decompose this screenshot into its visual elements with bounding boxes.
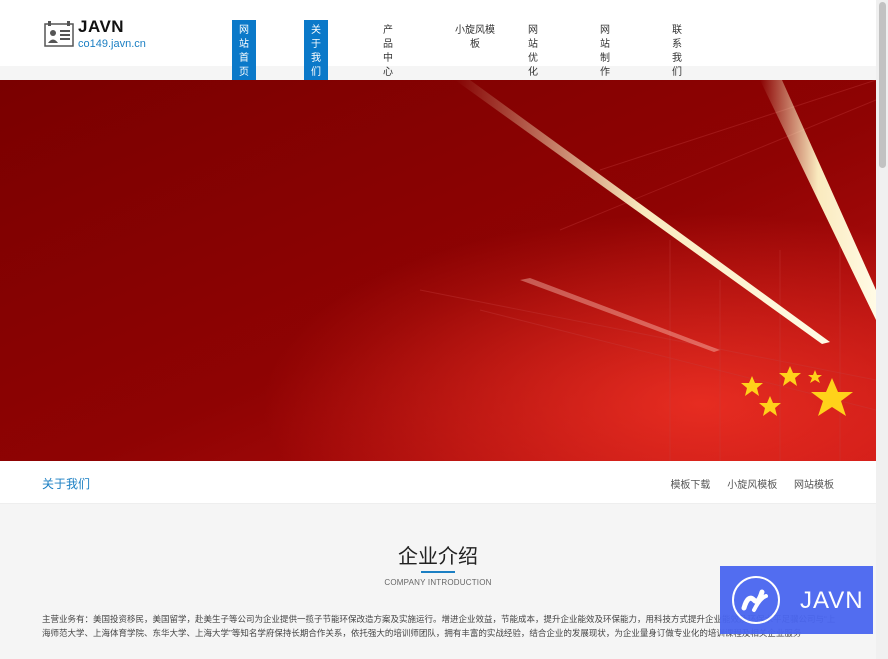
floating-brand-badge[interactable]: JAVN	[720, 566, 873, 634]
sub-nav-link-templates[interactable]: 小旋风模板	[727, 480, 777, 491]
site-header: JAVN co149.javn.cn 网站首页 关于我们 产品中心 小旋风模板 …	[0, 0, 876, 84]
scroll-thumb[interactable]	[879, 2, 886, 168]
nav-item-products[interactable]: 产品中心	[383, 24, 393, 80]
brand-logo-icon	[732, 576, 780, 624]
intro-divider	[421, 571, 455, 573]
nav-item-home[interactable]: 网站首页	[232, 20, 256, 84]
sub-nav-link-download[interactable]: 模板下载	[670, 480, 710, 491]
sub-nav-links: 模板下载 小旋风模板 网站模板	[656, 476, 834, 491]
nav-item-seo[interactable]: 网站优化	[528, 24, 538, 80]
badge-text: JAVN	[800, 587, 864, 614]
nav-item-webdesign[interactable]: 网站制作	[600, 24, 610, 80]
sub-nav-link-site-templates[interactable]: 网站模板	[794, 480, 834, 491]
nav-item-about[interactable]: 关于我们	[304, 20, 328, 84]
sub-nav-bar: 关于我们 模板下载 小旋风模板 网站模板	[0, 461, 876, 504]
logo-domain: co149.javn.cn	[78, 38, 146, 50]
intro-title: 企业介绍	[398, 546, 478, 568]
page-scrollbar[interactable]	[876, 0, 888, 659]
nav-item-contact[interactable]: 联系我们	[672, 24, 682, 80]
section-title: 关于我们	[42, 477, 91, 491]
logo-icon	[44, 21, 74, 47]
nav-item-templates[interactable]: 小旋风模板	[455, 24, 495, 52]
brand-mark-icon	[741, 589, 768, 612]
logo-name: JAVN	[78, 17, 125, 36]
site-logo[interactable]: JAVN co149.javn.cn	[44, 18, 164, 54]
banner-image	[0, 80, 876, 461]
hero-banner	[0, 80, 876, 461]
